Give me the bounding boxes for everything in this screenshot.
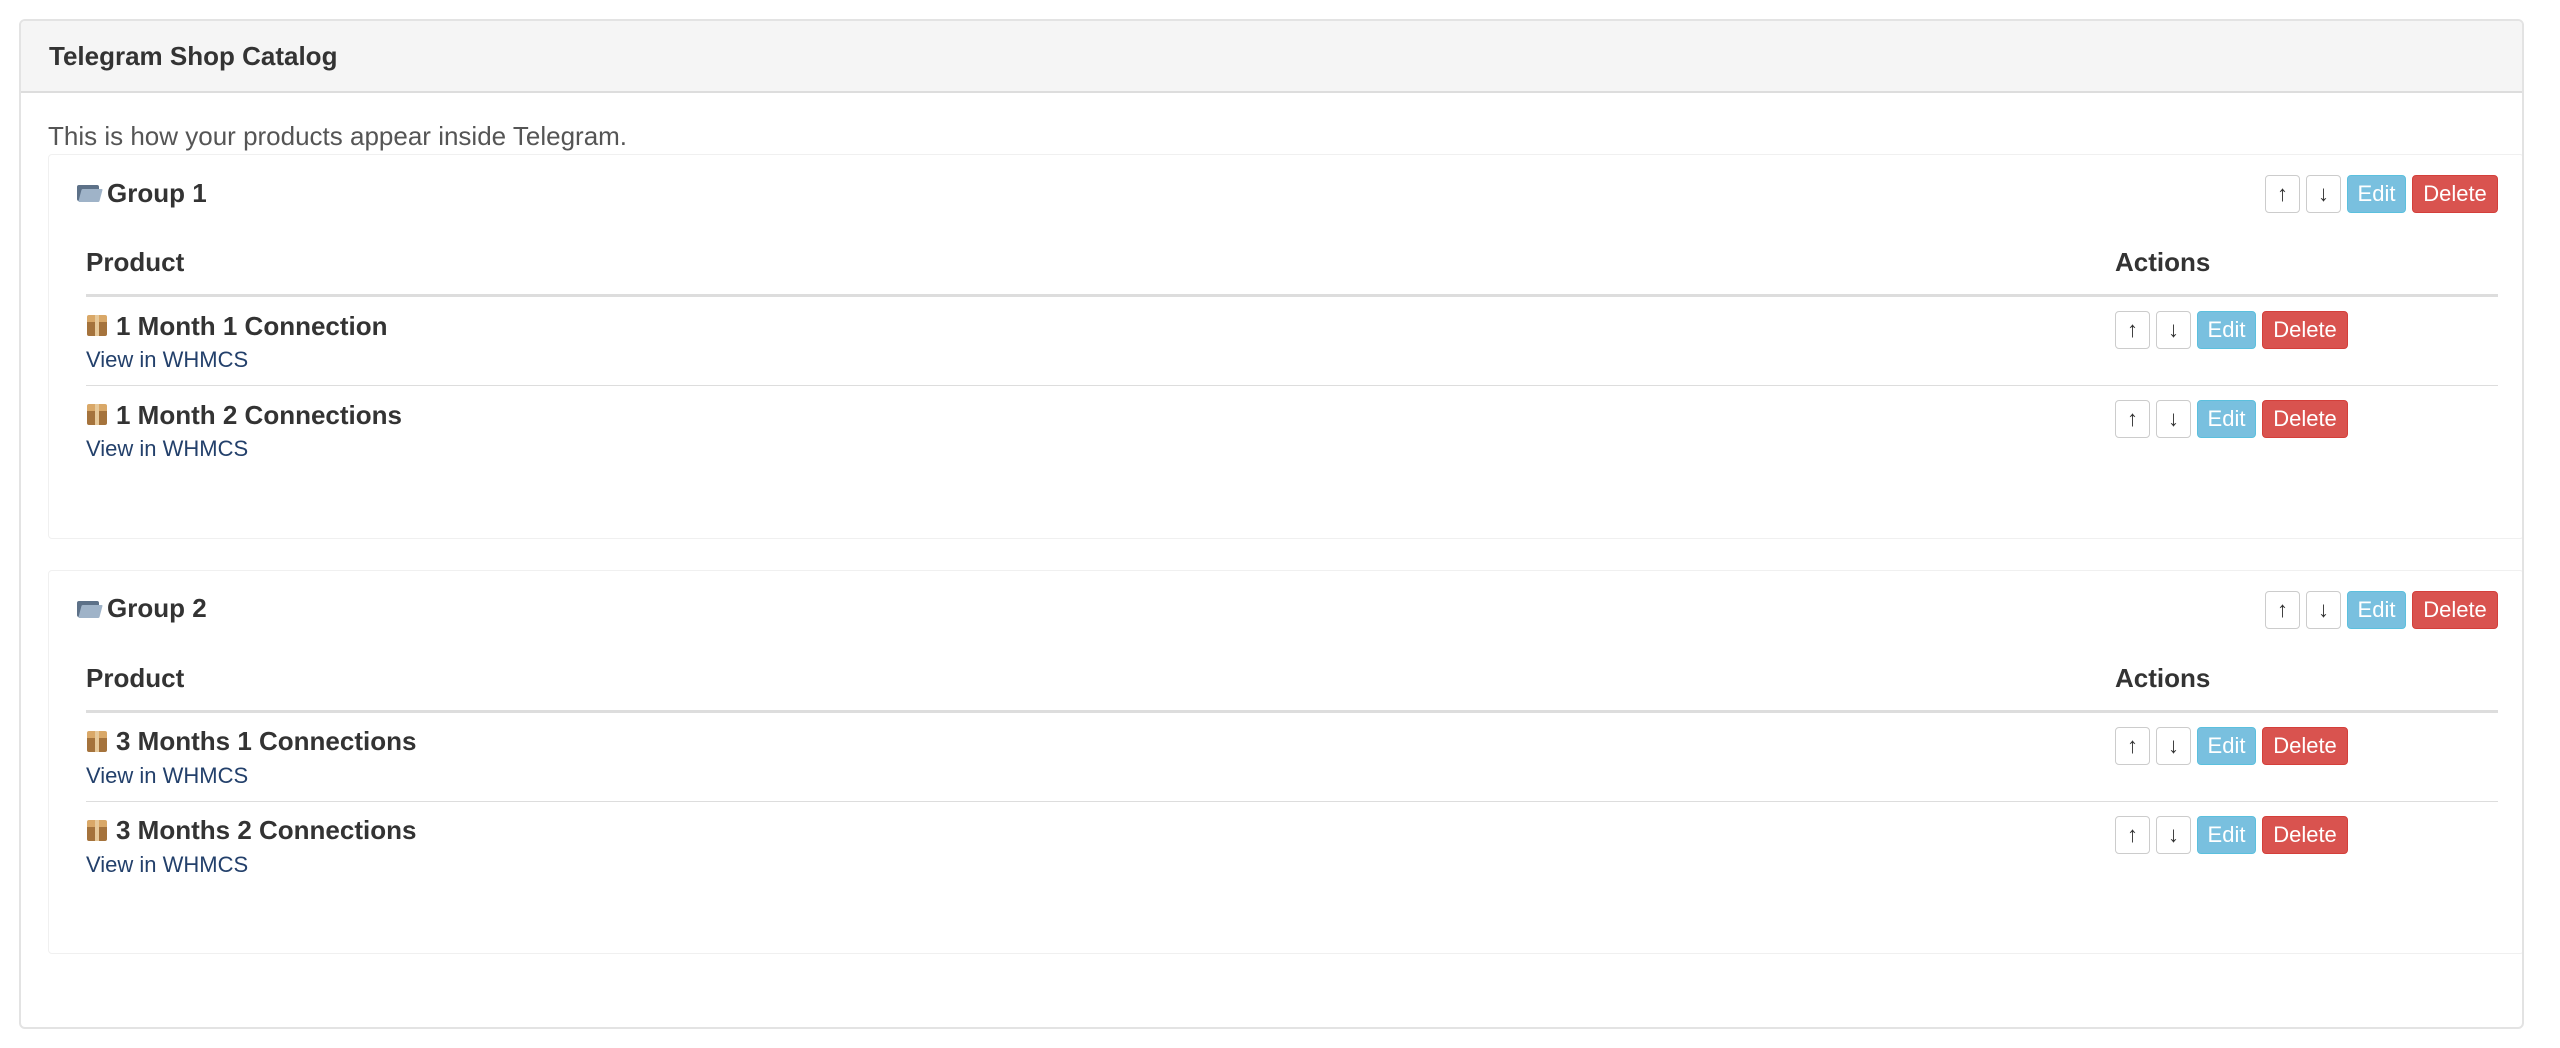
- product-name: 1 Month 2 Connections: [86, 400, 2115, 430]
- view-in-whmcs-link[interactable]: View in WHMCS: [86, 436, 248, 462]
- panel-title: Telegram Shop Catalog: [21, 21, 2522, 93]
- product-edit-button[interactable]: Edit: [2197, 311, 2256, 349]
- folder-icon: [77, 599, 103, 619]
- panel-body: This is how your products appear inside …: [21, 93, 2522, 954]
- product-delete-button[interactable]: Delete: [2262, 726, 2348, 765]
- view-in-whmcs-link[interactable]: View in WHMCS: [86, 347, 248, 373]
- group-actions: ↑ ↓ Edit Delete: [2265, 175, 2498, 213]
- view-in-whmcs-link[interactable]: View in WHMCS: [86, 763, 248, 789]
- column-header-product: Product: [86, 646, 2115, 713]
- product-actions: ↑ ↓ Edit Delete: [2115, 726, 2498, 765]
- product-move-up-button[interactable]: ↑: [2115, 726, 2150, 765]
- group-header: Group 2 ↑ ↓ Edit Delete: [77, 571, 2522, 647]
- group-header: Group 1 ↑ ↓ Edit Delete: [77, 155, 2522, 231]
- intro-text: This is how your products appear inside …: [48, 121, 628, 151]
- product-delete-button[interactable]: Delete: [2262, 815, 2348, 854]
- product-label: 1 Month 2 Connections: [116, 399, 402, 430]
- product-actions: ↑ ↓ Edit Delete: [2115, 400, 2498, 438]
- group-title: Group 2: [77, 593, 207, 624]
- table-row: 1 Month 2 Connections View in WHMCS ↑ ↓ …: [86, 385, 2498, 476]
- package-icon: [86, 730, 108, 753]
- product-delete-button[interactable]: Delete: [2262, 311, 2348, 349]
- folder-icon: [77, 183, 103, 203]
- product-move-up-button[interactable]: ↑: [2115, 311, 2150, 349]
- product-move-up-button[interactable]: ↑: [2115, 400, 2150, 438]
- product-edit-button[interactable]: Edit: [2197, 815, 2256, 854]
- product-move-down-button[interactable]: ↓: [2156, 815, 2191, 854]
- product-name: 1 Month 1 Connection: [86, 311, 2115, 341]
- package-icon: [86, 404, 108, 426]
- product-actions: ↑ ↓ Edit Delete: [2115, 311, 2498, 349]
- table-row: 1 Month 1 Connection View in WHMCS ↑ ↓ E…: [86, 296, 2498, 386]
- column-header-product: Product: [86, 231, 2115, 297]
- group-move-down-button[interactable]: ↓: [2306, 590, 2341, 629]
- products-table: Product Actions 3 Months 1 Connections V…: [86, 646, 2498, 891]
- product-label: 3 Months 2 Connections: [116, 815, 417, 845]
- product-delete-button[interactable]: Delete: [2262, 400, 2348, 438]
- product-name: 3 Months 1 Connections: [86, 726, 2115, 757]
- product-move-down-button[interactable]: ↓: [2156, 400, 2191, 438]
- view-in-whmcs-link[interactable]: View in WHMCS: [86, 852, 248, 878]
- column-header-actions: Actions: [2115, 646, 2498, 713]
- group-move-up-button[interactable]: ↑: [2265, 175, 2300, 213]
- group-edit-button[interactable]: Edit: [2347, 590, 2406, 629]
- product-move-down-button[interactable]: ↓: [2156, 311, 2191, 349]
- group-delete-button[interactable]: Delete: [2412, 590, 2498, 629]
- group-edit-button[interactable]: Edit: [2347, 175, 2406, 213]
- group-card: Group 2 ↑ ↓ Edit Delete Product Actions: [48, 569, 2522, 954]
- product-label: 1 Month 1 Connection: [116, 310, 388, 341]
- group-delete-button[interactable]: Delete: [2412, 175, 2498, 213]
- group-title: Group 1: [77, 178, 207, 209]
- group-move-up-button[interactable]: ↑: [2265, 590, 2300, 629]
- package-icon: [86, 315, 108, 337]
- table-row: 3 Months 2 Connections View in WHMCS ↑ ↓…: [86, 800, 2498, 891]
- group-name: Group 2: [107, 593, 207, 623]
- catalog-panel: Telegram Shop Catalog This is how your p…: [19, 19, 2524, 1029]
- product-actions: ↑ ↓ Edit Delete: [2115, 815, 2498, 854]
- product-edit-button[interactable]: Edit: [2197, 400, 2256, 438]
- table-row: 3 Months 1 Connections View in WHMCS ↑ ↓…: [86, 711, 2498, 801]
- group-name: Group 1: [107, 177, 207, 208]
- group-move-down-button[interactable]: ↓: [2306, 175, 2341, 213]
- product-move-up-button[interactable]: ↑: [2115, 815, 2150, 854]
- product-label: 3 Months 1 Connections: [116, 726, 417, 756]
- column-header-actions: Actions: [2115, 231, 2498, 297]
- products-table: Product Actions 1 Month 1 Connection Vie…: [86, 231, 2498, 476]
- package-icon: [86, 819, 108, 842]
- product-move-down-button[interactable]: ↓: [2156, 726, 2191, 765]
- product-name: 3 Months 2 Connections: [86, 815, 2115, 846]
- group-card: Group 1 ↑ ↓ Edit Delete Product Actions: [48, 154, 2522, 539]
- product-edit-button[interactable]: Edit: [2197, 726, 2256, 765]
- group-actions: ↑ ↓ Edit Delete: [2265, 590, 2498, 629]
